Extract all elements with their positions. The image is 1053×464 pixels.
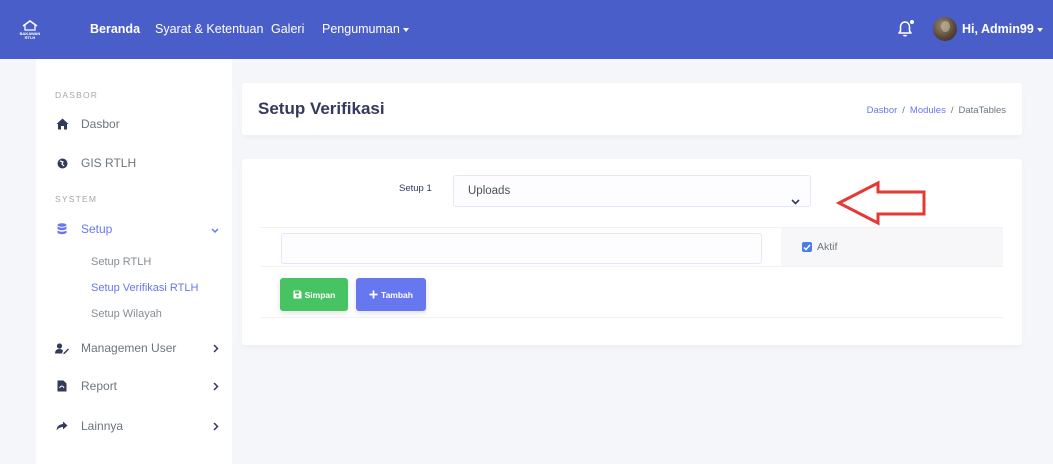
save-icon xyxy=(293,290,302,299)
chevron-down-icon xyxy=(211,223,219,237)
page-title: Setup Verifikasi xyxy=(258,99,385,118)
top-navbar: BAKAWAN RTLH Beranda Syarat & Ketentuan … xyxy=(0,0,1053,59)
tambah-button[interactable]: Tambah xyxy=(356,278,426,311)
sidebar-item-lainnya[interactable]: Lainnya xyxy=(55,416,225,436)
nav-pengumuman-label: Pengumuman xyxy=(322,22,400,36)
user-greeting: Hi, Admin99 xyxy=(962,22,1034,36)
share-arrow-icon xyxy=(55,419,69,433)
nav-syarat-ketentuan[interactable]: Syarat & Ketentuan xyxy=(155,22,263,36)
sidebar-subitem-setup-rtlh[interactable]: Setup RTLH xyxy=(91,256,151,268)
breadcrumb-separator: / xyxy=(902,105,905,116)
sidebar-item-label: Dasbor xyxy=(81,117,120,131)
sidebar-subitem-setup-verifikasi-rtlh[interactable]: Setup Verifikasi RTLH xyxy=(91,282,198,294)
chevron-right-icon xyxy=(213,342,219,356)
sidebar-item-label: Setup xyxy=(81,222,113,236)
checkbox-checked-icon[interactable] xyxy=(802,242,812,252)
sidebar-item-label: GIS RTLH xyxy=(81,156,137,170)
brand-logo[interactable]: BAKAWAN RTLH xyxy=(16,17,44,43)
nav-galeri[interactable]: Galeri xyxy=(271,22,304,36)
sidebar-item-setup[interactable]: Setup xyxy=(55,219,225,239)
setup-select-value: Uploads xyxy=(468,185,511,197)
nav-beranda[interactable]: Beranda xyxy=(90,22,140,36)
simpan-button[interactable]: Simpan xyxy=(280,278,348,311)
sidebar-item-gis[interactable]: GIS RTLH xyxy=(55,153,225,173)
sidebar-item-label: Report xyxy=(81,379,118,393)
avatar[interactable] xyxy=(933,17,957,41)
aktif-checkbox[interactable]: Aktif xyxy=(802,241,837,253)
sidebar-item-label: Managemen User xyxy=(81,341,177,355)
globe-icon xyxy=(55,156,69,170)
form-row: Aktif xyxy=(261,227,1003,267)
home-icon xyxy=(55,117,69,131)
section-header: Setup Verifikasi Dasbor / Modules / DataTabl… xyxy=(242,83,1022,135)
sidebar-subitem-setup-wilayah[interactable]: Setup Wilayah xyxy=(91,308,162,320)
user-edit-icon xyxy=(55,341,69,355)
menu-header-dasbor: DASBOR xyxy=(55,90,99,100)
database-icon xyxy=(55,222,69,236)
breadcrumb-modules[interactable]: Modules xyxy=(910,105,946,116)
chevron-right-icon xyxy=(213,420,219,434)
notification-dot xyxy=(910,20,914,24)
breadcrumb-separator: / xyxy=(950,105,954,116)
setup-select[interactable]: Uploads xyxy=(453,175,811,207)
sidebar-item-dasbor[interactable]: Dasbor xyxy=(55,114,225,134)
breadcrumb-current: DataTables xyxy=(958,105,1006,116)
aktif-label: Aktif xyxy=(817,241,838,253)
bell-icon[interactable] xyxy=(897,20,915,38)
caret-down-icon xyxy=(1036,27,1043,32)
breadcrumb-dasbor[interactable]: Dasbor xyxy=(867,105,898,116)
setup-label: Setup 1 xyxy=(399,183,432,194)
brand-text: BAKAWAN RTLH xyxy=(19,31,41,40)
sidebar-item-report[interactable]: Report xyxy=(55,376,225,396)
button-row: Simpan Tambah xyxy=(261,267,1003,318)
sidebar: DASBOR Dasbor GIS RTLH SYSTEM Setup Setu… xyxy=(36,59,232,464)
user-menu[interactable]: Hi, Admin99 xyxy=(962,22,1043,36)
red-arrow-annotation xyxy=(836,180,926,226)
sidebar-item-managemen-user[interactable]: Managemen User xyxy=(55,338,225,358)
simpan-label: Simpan xyxy=(304,289,336,300)
sidebar-item-label: Lainnya xyxy=(81,419,124,433)
nav-pengumuman[interactable]: Pengumuman xyxy=(322,22,409,36)
breadcrumb: Dasbor / Modules / DataTables xyxy=(867,105,1006,116)
chevron-down-icon xyxy=(791,187,800,217)
name-input[interactable] xyxy=(281,233,762,264)
menu-header-system: SYSTEM xyxy=(55,194,98,204)
tambah-label: Tambah xyxy=(381,289,413,300)
caret-down-icon xyxy=(402,27,409,32)
chevron-right-icon xyxy=(213,380,219,394)
plus-icon xyxy=(369,290,378,299)
file-pdf-icon xyxy=(55,379,69,393)
